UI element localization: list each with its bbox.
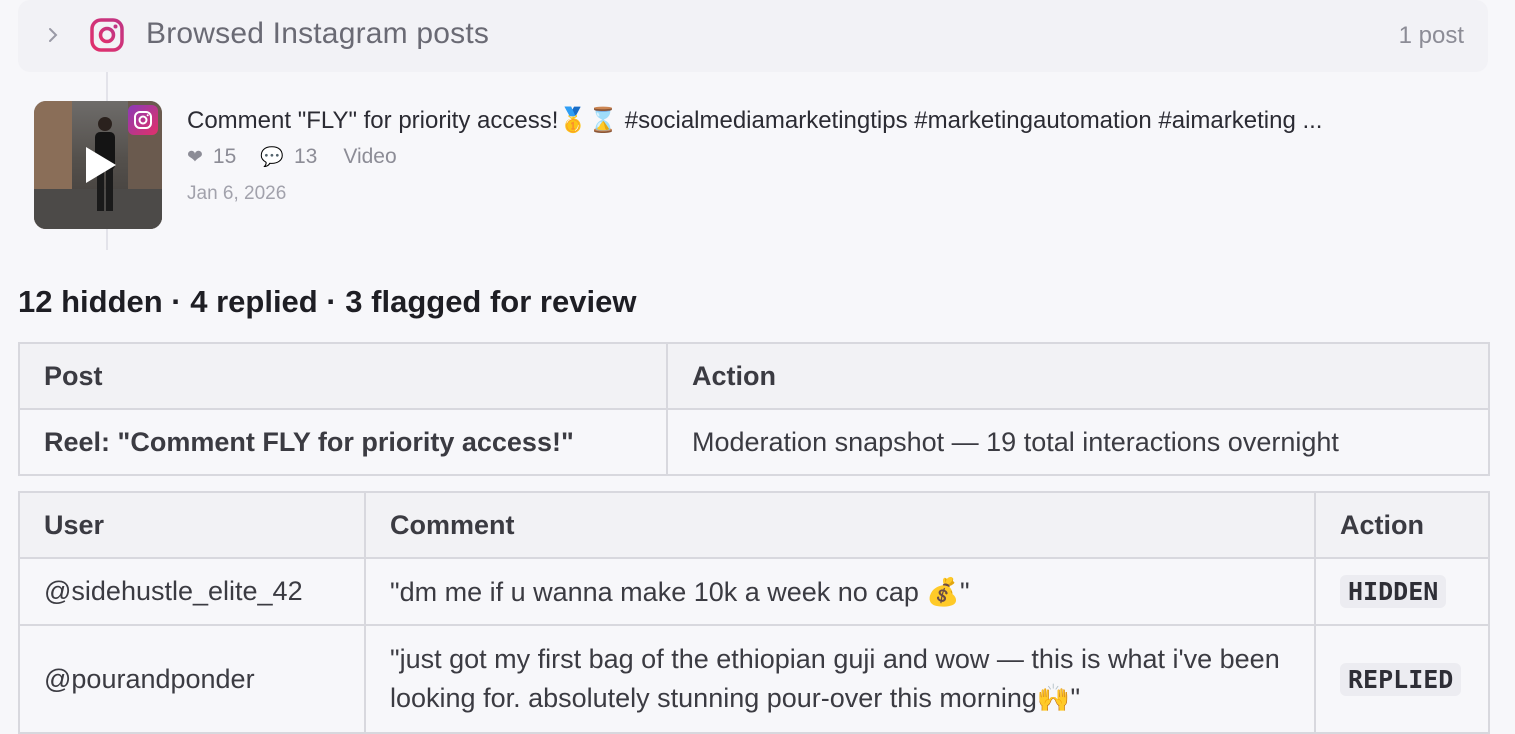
user-cell[interactable]: @pourandponder: [18, 624, 366, 734]
like-count: 15: [212, 145, 237, 168]
status-badge: REPLIED: [1340, 662, 1462, 696]
comment-cell: "dm me if u wanna make 10k a week no cap…: [364, 557, 1316, 626]
instagram-icon: [90, 18, 124, 52]
post-date: Jan 6, 2026: [187, 183, 287, 204]
chevron-right-icon[interactable]: [46, 24, 60, 46]
table-row: Reel: "Comment FLY for priority access!"…: [18, 408, 1490, 476]
play-icon[interactable]: [86, 147, 116, 183]
column-header-user: User: [18, 491, 366, 559]
moderation-summary: 12 hidden · 4 replied · 3 flagged for re…: [18, 284, 637, 319]
table-row: @sidehustle_elite_42 "dm me if u wanna m…: [18, 557, 1490, 626]
status-badge: HIDDEN: [1340, 575, 1447, 608]
post-meta: ❤ 15 💬 13 Video: [187, 145, 397, 169]
table-header-row: Post Action: [18, 342, 1490, 410]
table-header-row: User Comment Action: [18, 491, 1490, 559]
post-caption[interactable]: Comment "FLY" for priority access!🥇⌛ #so…: [187, 106, 1417, 135]
column-header-action: Action: [666, 342, 1490, 410]
instagram-badge-icon: [128, 105, 158, 135]
post-thumbnail[interactable]: [34, 101, 162, 229]
comment-cell: "just got my first bag of the ethiopian …: [364, 624, 1316, 734]
column-header-action: Action: [1314, 491, 1490, 559]
comment-count: 13: [293, 145, 318, 168]
comment-icon: 💬: [260, 147, 284, 168]
column-header-post: Post: [18, 342, 668, 410]
post-count: 1 post: [1398, 22, 1464, 49]
action-cell: HIDDEN: [1314, 557, 1490, 626]
header-title: Browsed Instagram posts: [146, 17, 490, 50]
comments-table: User Comment Action @sidehustle_elite_42…: [18, 491, 1490, 734]
heart-icon: ❤: [187, 146, 203, 168]
section-header[interactable]: Browsed Instagram posts 1 post: [18, 0, 1488, 72]
post-type: Video: [343, 145, 397, 168]
snapshot-table: Post Action Reel: "Comment FLY for prior…: [18, 342, 1490, 476]
table-row: @pourandponder "just got my first bag of…: [18, 624, 1490, 734]
user-cell[interactable]: @sidehustle_elite_42: [18, 557, 366, 626]
action-cell: Moderation snapshot — 19 total interacti…: [666, 408, 1490, 476]
post-cell: Reel: "Comment FLY for priority access!": [18, 408, 668, 476]
action-cell: REPLIED: [1314, 624, 1490, 734]
column-header-comment: Comment: [364, 491, 1316, 559]
